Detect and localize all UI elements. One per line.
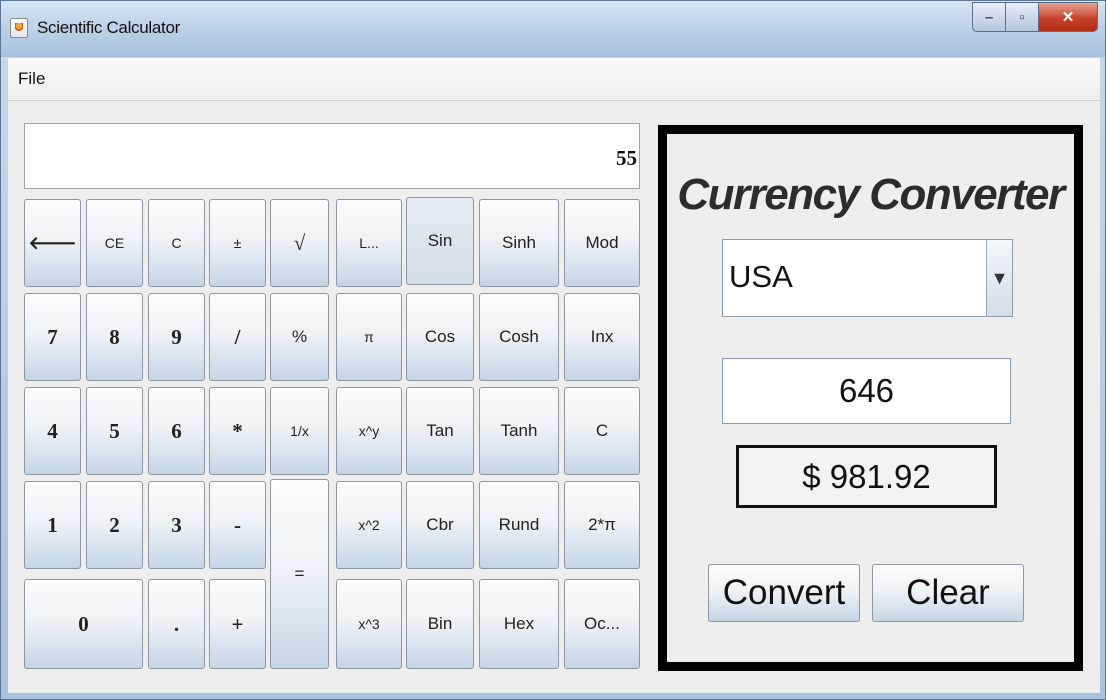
sqrt-button[interactable]: √ <box>270 199 329 287</box>
maximize-button[interactable]: ▫ <box>1005 2 1039 32</box>
amount-input[interactable]: 646 <box>722 358 1011 424</box>
currency-converter-title: Currency Converter <box>677 170 1065 219</box>
converted-result: $ 981.92 <box>736 445 997 508</box>
country-select-value: USA <box>729 259 793 294</box>
tan-button[interactable]: Tan <box>406 387 474 475</box>
pi-button[interactable]: π <box>336 293 402 381</box>
converted-result-value: $ 981.92 <box>802 457 931 495</box>
digit-1-button[interactable]: 1 <box>24 481 81 569</box>
country-select[interactable]: USA ▼ <box>722 239 1013 317</box>
close-icon: ✕ <box>1061 9 1075 26</box>
java-app-icon <box>10 18 28 38</box>
digit-2-button[interactable]: 2 <box>86 481 143 569</box>
maximize-icon: ▫ <box>1019 8 1025 26</box>
decimal-button[interactable]: . <box>148 579 205 669</box>
reciprocal-button[interactable]: 1/x <box>270 387 329 475</box>
sin-button[interactable]: Sin <box>406 197 474 285</box>
rund-button[interactable]: Rund <box>479 481 559 569</box>
digit-4-button[interactable]: 4 <box>24 387 81 475</box>
cosh-button[interactable]: Cosh <box>479 293 559 381</box>
clear-button[interactable]: C <box>148 199 205 287</box>
backspace-button[interactable]: 🡐 <box>24 199 81 287</box>
percent-button[interactable]: % <box>270 293 329 381</box>
minimize-button[interactable]: – <box>972 2 1006 32</box>
cos-button[interactable]: Cos <box>406 293 474 381</box>
plus-minus-button[interactable]: ± <box>209 199 266 287</box>
multiply-button[interactable]: * <box>209 387 266 475</box>
hex-button[interactable]: Hex <box>479 579 559 669</box>
plus-button[interactable]: + <box>209 579 266 669</box>
tanh-button[interactable]: Tanh <box>479 387 559 475</box>
x-pow-y-button[interactable]: x^y <box>336 387 402 475</box>
divide-button[interactable]: / <box>209 293 266 381</box>
equals-button[interactable]: = <box>270 479 329 669</box>
title-bar[interactable]: Scientific Calculator – ▫ ✕ <box>1 1 1105 57</box>
two-pi-button[interactable]: 2*π <box>564 481 640 569</box>
window-title: Scientific Calculator <box>37 18 180 37</box>
bin-button[interactable]: Bin <box>406 579 474 669</box>
amount-input-value: 646 <box>838 372 895 409</box>
back-arrow-icon: 🡐 <box>28 232 77 253</box>
digit-0-button[interactable]: 0 <box>24 579 143 669</box>
inx-button[interactable]: Inx <box>564 293 640 381</box>
menu-bar: File <box>8 58 1100 101</box>
x-squared-button[interactable]: x^2 <box>336 481 402 569</box>
menu-file[interactable]: File <box>18 69 45 89</box>
log-button[interactable]: L... <box>336 199 402 287</box>
minus-button[interactable]: - <box>209 481 266 569</box>
clear-converter-button[interactable]: Clear <box>872 564 1024 622</box>
convert-button[interactable]: Convert <box>708 564 860 622</box>
x-cubed-button[interactable]: x^3 <box>336 579 402 669</box>
calculator-display[interactable]: 55 <box>24 123 640 189</box>
oct-button[interactable]: Oc... <box>564 579 640 669</box>
currency-converter-panel: Currency Converter USA ▼ 646 $ 981.92 Co… <box>658 125 1083 671</box>
close-button[interactable]: ✕ <box>1038 2 1098 32</box>
digit-7-button[interactable]: 7 <box>24 293 81 381</box>
display-value: 55 <box>616 146 637 170</box>
content-area: 55 🡐 CE C ± √ L... Sin Sinh Mod 7 8 9 / … <box>8 101 1100 693</box>
digit-8-button[interactable]: 8 <box>86 293 143 381</box>
digit-6-button[interactable]: 6 <box>148 387 205 475</box>
c-function-button[interactable]: C <box>564 387 640 475</box>
mod-button[interactable]: Mod <box>564 199 640 287</box>
sinh-button[interactable]: Sinh <box>479 199 559 287</box>
digit-3-button[interactable]: 3 <box>148 481 205 569</box>
digit-9-button[interactable]: 9 <box>148 293 205 381</box>
minimize-icon: – <box>984 8 994 26</box>
clear-entry-button[interactable]: CE <box>86 199 143 287</box>
digit-5-button[interactable]: 5 <box>86 387 143 475</box>
app-window: Scientific Calculator – ▫ ✕ File 55 🡐 CE… <box>0 0 1106 700</box>
cbr-button[interactable]: Cbr <box>406 481 474 569</box>
